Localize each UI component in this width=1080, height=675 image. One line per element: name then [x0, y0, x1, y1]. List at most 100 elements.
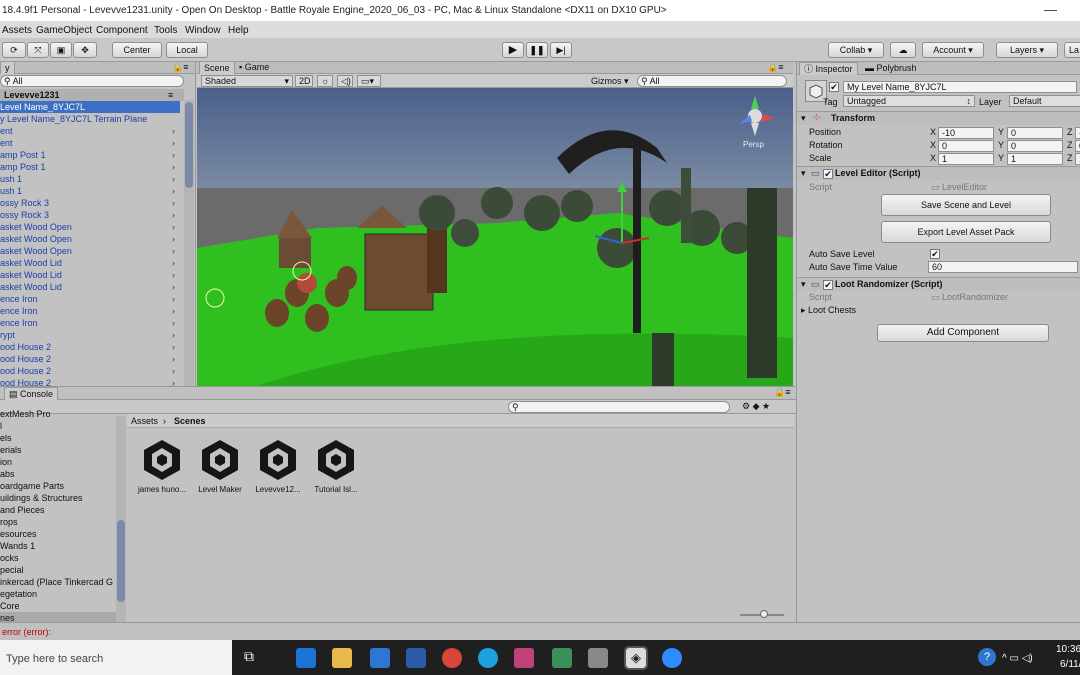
tab-polybrush[interactable]: ▬ Polybrush [861, 62, 921, 75]
hierarchy-item[interactable]: Level Name_8YJC7L [0, 101, 180, 113]
add-component-button[interactable]: Add Component [877, 324, 1049, 342]
step-icon[interactable]: ▶| [550, 42, 572, 58]
scene-lock-icon[interactable]: 🔒≡ [767, 62, 783, 73]
file-explorer-icon[interactable] [332, 648, 352, 668]
breadcrumb-root[interactable]: Assets [131, 416, 158, 426]
tab-scene[interactable]: Scene [199, 61, 235, 74]
project-folder-item[interactable]: extMesh Pro [0, 408, 118, 420]
tray-icons[interactable]: ^ ▭ ◁) [1002, 653, 1033, 664]
chevron-right-icon[interactable]: › [172, 269, 175, 281]
loot-randomizer-header[interactable]: ▾ ▭ ✔ Loot Randomizer (Script) [797, 277, 1080, 291]
menu-assets[interactable]: Assets [2, 25, 32, 36]
chevron-right-icon[interactable]: › [172, 245, 175, 257]
play-icon[interactable]: ▶ [502, 42, 524, 58]
clock-time[interactable]: 10:36 [1056, 644, 1080, 655]
filter-icons[interactable]: ⚙ ◆ ★ [742, 401, 770, 412]
menu-help[interactable]: Help [228, 25, 249, 36]
transform-tool-icon[interactable]: ✥ [73, 42, 97, 58]
menu-component[interactable]: Component [96, 25, 148, 36]
transform-header[interactable]: ▾ ⊹ Transform [797, 111, 1080, 125]
tab-console[interactable]: ▤ Console [4, 387, 59, 400]
project-folder-item[interactable]: l [0, 420, 118, 432]
chevron-right-icon[interactable]: › [172, 377, 175, 386]
scale-tool-icon[interactable]: ⤧ [27, 42, 49, 58]
folder-scrollbar[interactable] [116, 416, 126, 622]
transform-y-field[interactable]: 0 [1007, 127, 1063, 139]
project-folder-item[interactable]: Wands 1 [0, 540, 118, 552]
breadcrumb-current[interactable]: Scenes [174, 416, 206, 426]
lighting-toggle-icon[interactable]: ☼ [317, 75, 333, 87]
chevron-right-icon[interactable]: › [172, 161, 175, 173]
pause-icon[interactable]: ❚❚ [526, 42, 548, 58]
hierarchy-item[interactable]: ossy Rock 3 › [0, 209, 180, 221]
hierarchy-item[interactable]: asket Wood Lid › [0, 269, 180, 281]
hierarchy-item[interactable]: ush 1 › [0, 173, 180, 185]
hierarchy-item[interactable]: amp Post 1 › [0, 149, 180, 161]
icon-size-slider[interactable] [740, 610, 784, 618]
chevron-right-icon[interactable]: › [172, 149, 175, 161]
console-lock-icon[interactable]: 🔒≡ [774, 387, 790, 398]
hierarchy-item[interactable]: asket Wood Lid › [0, 281, 180, 293]
media-player-icon[interactable] [514, 648, 534, 668]
status-error-text[interactable]: error (error): [2, 627, 51, 637]
tab-game[interactable]: ▪ Game [235, 61, 273, 74]
cloud-icon[interactable]: ☁ [890, 42, 916, 58]
hierarchy-item[interactable]: ood House 2 › [0, 377, 180, 386]
chevron-right-icon[interactable]: › [172, 353, 175, 365]
transform-x-field[interactable]: 0 [938, 140, 994, 152]
project-folder-item[interactable]: els [0, 432, 118, 444]
edge-icon[interactable] [296, 648, 316, 668]
project-folder-item[interactable]: oardgame Parts [0, 480, 118, 492]
store-icon[interactable] [552, 648, 572, 668]
chevron-right-icon[interactable]: › [172, 329, 175, 341]
persp-label[interactable]: Persp [743, 140, 764, 149]
scene-asset[interactable]: Tutorial Isl... [306, 436, 366, 506]
shading-mode-dropdown[interactable]: Shaded ▾ [201, 75, 293, 87]
taskbar-search-input[interactable]: Type here to search [0, 640, 232, 675]
hierarchy-item[interactable]: ence Iron › [0, 305, 180, 317]
hierarchy-item[interactable]: rypt › [0, 329, 180, 341]
transform-x-field[interactable]: -10 [938, 127, 994, 139]
hierarchy-search-input[interactable]: ⚲ All [0, 75, 184, 87]
hierarchy-item[interactable]: ence Iron › [0, 293, 180, 305]
active-checkbox[interactable]: ✔ [829, 82, 839, 92]
loot-chests-foldout[interactable]: ▸ Loot Chests [801, 305, 856, 316]
project-folder-item[interactable]: Core [0, 600, 118, 612]
lock-icon[interactable]: 🔒≡ [172, 62, 188, 73]
chevron-right-icon[interactable]: › [172, 137, 175, 149]
menu-gameobject[interactable]: GameObject [36, 25, 92, 36]
scene-root-row[interactable]: Levevve1231 ≡ [0, 89, 184, 101]
hierarchy-item[interactable]: asket Wood Open › [0, 233, 180, 245]
project-folder-item[interactable]: and Pieces [0, 504, 118, 516]
folder-scroll-thumb[interactable] [117, 520, 125, 602]
chevron-right-icon[interactable]: › [172, 233, 175, 245]
chevron-right-icon[interactable]: › [172, 281, 175, 293]
chevron-right-icon[interactable]: › [172, 197, 175, 209]
layout-dropdown[interactable]: La [1064, 42, 1080, 58]
transform-x-field[interactable]: 1 [938, 153, 994, 165]
hierarchy-item[interactable]: ood House 2 › [0, 353, 180, 365]
scene-asset[interactable]: Levevve12... [248, 436, 308, 506]
chevron-right-icon[interactable]: › [172, 125, 175, 137]
hierarchy-item[interactable]: asket Wood Open › [0, 245, 180, 257]
project-folder-item[interactable]: egetation [0, 588, 118, 600]
chevron-right-icon[interactable]: › [172, 221, 175, 233]
scene-viewport[interactable]: Persp [197, 88, 793, 386]
expand-arrow-icon[interactable]: ▾ [801, 168, 806, 179]
level-editor-enabled-checkbox[interactable]: ✔ [823, 169, 833, 179]
export-level-asset-pack-button[interactable]: Export Level Asset Pack [881, 221, 1051, 243]
chevron-right-icon[interactable]: › [172, 185, 175, 197]
chevron-right-icon[interactable]: › [172, 341, 175, 353]
chevron-right-icon[interactable]: › [172, 365, 175, 377]
help-icon[interactable]: ? [978, 648, 996, 666]
project-folder-item[interactable]: esources [0, 528, 118, 540]
hierarchy-scroll-thumb[interactable] [185, 102, 193, 188]
tab-hierarchy[interactable]: y [0, 62, 15, 74]
zoom-icon[interactable] [662, 648, 682, 668]
project-folder-item[interactable]: ion [0, 456, 118, 468]
chevron-right-icon[interactable]: › [172, 305, 175, 317]
scene-menu-icon[interactable]: ≡ [168, 89, 173, 101]
chevron-right-icon[interactable]: › [172, 209, 175, 221]
transform-z-field[interactable]: - [1075, 127, 1080, 139]
expand-arrow-icon[interactable]: ▾ [801, 279, 806, 290]
